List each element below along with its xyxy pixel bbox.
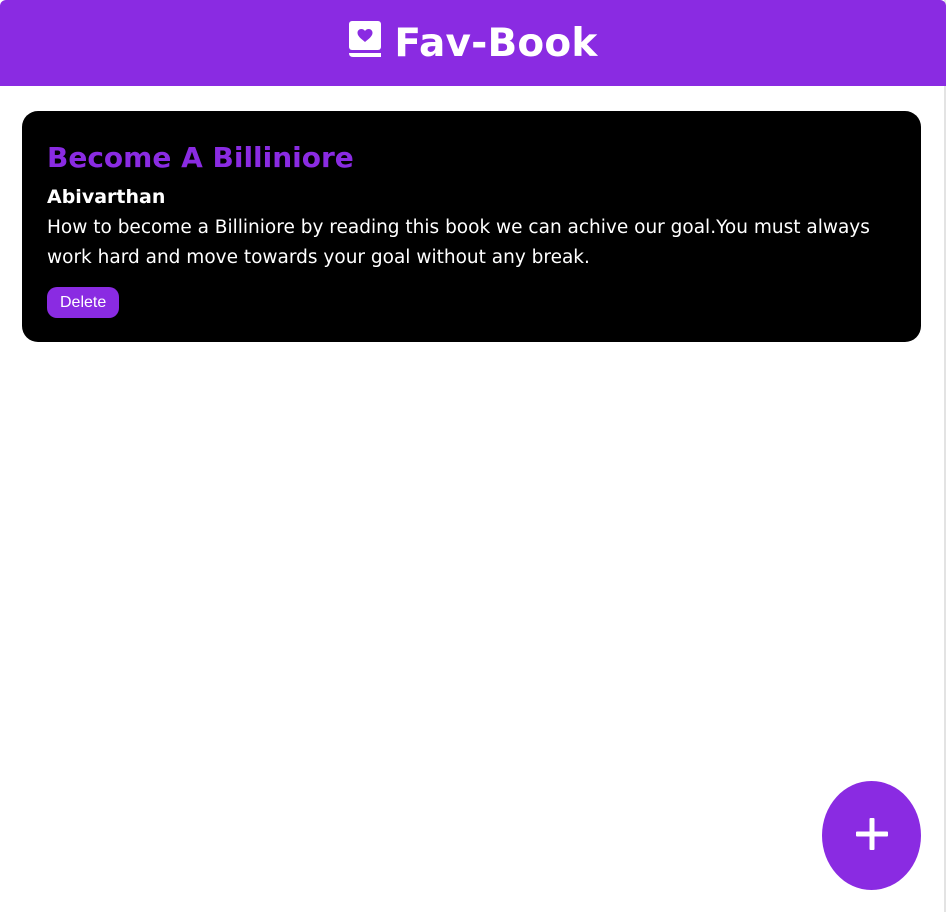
plus-icon	[855, 817, 889, 855]
add-book-button[interactable]	[822, 781, 921, 890]
book-title: Become A Billiniore	[47, 141, 354, 174]
book-author: Abivarthan	[47, 186, 166, 208]
app-header: Fav-Book	[0, 0, 946, 86]
book-card: Become A Billiniore Abivarthan How to be…	[22, 111, 921, 342]
app-title: Fav-Book	[394, 20, 598, 66]
app-window: Fav-Book Become A Billiniore Abivarthan …	[0, 0, 946, 912]
delete-button[interactable]: Delete	[47, 287, 120, 318]
book-description: How to become a Billiniore by reading th…	[47, 217, 870, 268]
book-heart-icon	[348, 20, 382, 60]
